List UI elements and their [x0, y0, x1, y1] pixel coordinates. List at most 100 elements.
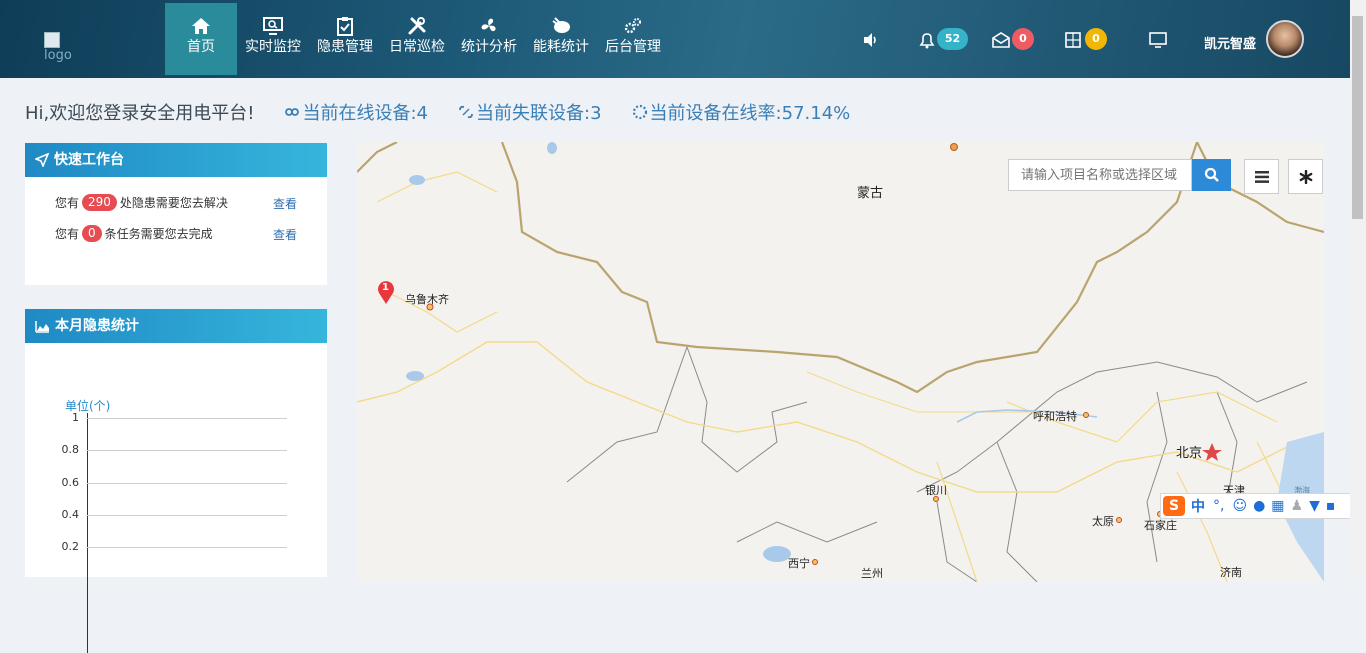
ime-language[interactable]: 中	[1191, 496, 1205, 516]
place-label: 太原	[1092, 515, 1114, 528]
y-tick: 0.2	[61, 540, 80, 553]
search-icon	[1204, 167, 1219, 182]
alarm-count-badge[interactable]: 52	[937, 28, 968, 50]
punctuation-icon[interactable]: °,	[1213, 498, 1224, 514]
mail-icon[interactable]	[991, 30, 1011, 50]
list-icon	[1255, 171, 1269, 183]
main-nav: 首页 实时监控 隐患管理 日常巡检 统计分析 能耗统计 后台管理	[165, 3, 669, 75]
marker-count: 1	[382, 282, 389, 293]
y-tick: 0.4	[61, 508, 80, 521]
online-rate-text: 当前设备在线率:57.14%	[649, 103, 851, 124]
bell-icon[interactable]	[917, 30, 937, 50]
gridline	[87, 483, 287, 484]
welcome-text: Hi,欢迎您登录安全用电平台!	[25, 103, 255, 124]
pending-task-row: 您有 0 条任务需要您去完成	[55, 225, 213, 242]
place-label: 北京	[1176, 446, 1203, 461]
project-search-input[interactable]	[1008, 159, 1192, 191]
user-icon[interactable]: ♟	[1291, 498, 1304, 514]
y-tick: 1	[72, 411, 79, 424]
place-label: 兰州	[861, 567, 883, 580]
panel-header: 本月隐患统计	[25, 309, 327, 343]
layer-list-button[interactable]	[1244, 159, 1279, 194]
nav-label: 隐患管理	[317, 39, 373, 55]
place-label: 济南	[1220, 566, 1242, 579]
microphone-icon[interactable]: ●	[1253, 498, 1265, 514]
place-label: 蒙古	[857, 186, 884, 201]
y-axis	[87, 413, 88, 653]
ime-toolbar[interactable]: S 中 °, ☺ ● ▦ ♟ ▼ ▪	[1160, 493, 1366, 519]
nav-label: 实时监控	[245, 39, 301, 55]
clipboard-icon	[337, 17, 353, 36]
spinner-icon	[632, 104, 647, 120]
calculator-icon[interactable]	[1063, 30, 1083, 50]
offline-devices-text: 当前失联设备:3	[476, 103, 602, 124]
search-button[interactable]	[1192, 159, 1231, 191]
place-label: 石家庄	[1144, 519, 1177, 532]
row-suffix: 处隐患需要您去解决	[119, 196, 228, 210]
gridline	[87, 450, 287, 451]
panel-header: 快速工作台	[25, 143, 327, 177]
area-chart-icon	[35, 320, 49, 333]
place-label: 乌鲁木齐	[405, 293, 449, 306]
asterisk-icon	[1299, 170, 1313, 184]
mail-count-badge[interactable]: 0	[1012, 28, 1034, 50]
row-prefix: 您有	[55, 196, 80, 210]
logo-alt-text: logo	[44, 48, 72, 63]
quick-workbench-panel: 快速工作台 您有 290 处隐患需要您去解决 查看 您有 0 条任务需要您去完成…	[25, 143, 327, 285]
nav-item-statistics[interactable]: 统计分析	[453, 3, 525, 75]
screen-icon[interactable]	[1148, 30, 1168, 50]
fan-icon	[481, 18, 496, 32]
grid-menu-icon[interactable]: ▪	[1326, 498, 1336, 514]
volume-icon[interactable]	[861, 30, 881, 50]
online-rate: 当前设备在线率:57.14%	[632, 99, 851, 125]
gridline	[87, 547, 287, 548]
place-label: 呼和浩特	[1033, 410, 1077, 423]
avatar[interactable]	[1266, 20, 1304, 58]
task-count-badge: 0	[82, 225, 102, 242]
view-tasks-link[interactable]: 查看	[273, 226, 297, 243]
place-label: 西宁	[788, 557, 810, 570]
place-label: 银川	[925, 484, 947, 497]
monthly-hazard-panel: 本月隐患统计 单位(个) 1 0.8 0.6 0.4 0.2	[25, 309, 327, 653]
unlink-icon	[459, 105, 473, 119]
map-settings-button[interactable]	[1288, 159, 1323, 194]
offline-devices: 当前失联设备:3	[458, 99, 602, 125]
logo[interactable]: logo	[44, 32, 84, 68]
row-prefix: 您有	[55, 227, 80, 241]
nav-item-home[interactable]: 首页	[165, 3, 237, 75]
nav-item-energy-statistics[interactable]: 能耗统计	[525, 3, 597, 75]
nav-label: 能耗统计	[533, 39, 589, 55]
username[interactable]: 凯元智盛	[1204, 33, 1256, 52]
link-icon	[285, 108, 300, 116]
y-tick: 0.8	[61, 443, 80, 456]
status-summary: Hi,欢迎您登录安全用电平台! 当前在线设备:4 当前失联设备:3 当前设备在线…	[25, 99, 850, 125]
panel-title: 本月隐患统计	[55, 318, 139, 334]
calc-count-badge[interactable]: 0	[1085, 28, 1107, 50]
keyboard-icon[interactable]: ▦	[1271, 498, 1284, 514]
nav-item-hazard-management[interactable]: 隐患管理	[309, 3, 381, 75]
online-devices-text: 当前在线设备:4	[302, 103, 429, 124]
nav-item-daily-inspection[interactable]: 日常巡检	[381, 3, 453, 75]
broken-image-icon	[44, 32, 60, 48]
hazard-task-row: 您有 290 处隐患需要您去解决	[55, 194, 228, 211]
panel-title: 快速工作台	[54, 152, 124, 168]
send-icon	[35, 153, 49, 167]
home-icon	[192, 18, 210, 34]
view-hazards-link[interactable]: 查看	[273, 195, 297, 212]
nav-label: 首页	[187, 39, 215, 55]
skin-icon[interactable]: ▼	[1309, 498, 1320, 514]
nav-label: 后台管理	[605, 39, 661, 55]
plug-icon	[552, 17, 570, 33]
nav-item-admin[interactable]: 后台管理	[597, 3, 669, 75]
online-devices: 当前在线设备:4	[284, 99, 428, 125]
row-suffix: 条任务需要您去完成	[104, 227, 213, 241]
sogou-logo-icon: S	[1163, 496, 1185, 516]
monitor-search-icon	[263, 17, 283, 35]
gridline	[87, 418, 287, 419]
nav-label: 统计分析	[461, 39, 517, 55]
nav-label: 日常巡检	[389, 39, 445, 55]
y-tick: 0.6	[61, 476, 80, 489]
nav-item-realtime-monitor[interactable]: 实时监控	[237, 3, 309, 75]
emoji-icon[interactable]: ☺	[1232, 498, 1247, 514]
scrollbar-thumb[interactable]	[1352, 16, 1363, 219]
